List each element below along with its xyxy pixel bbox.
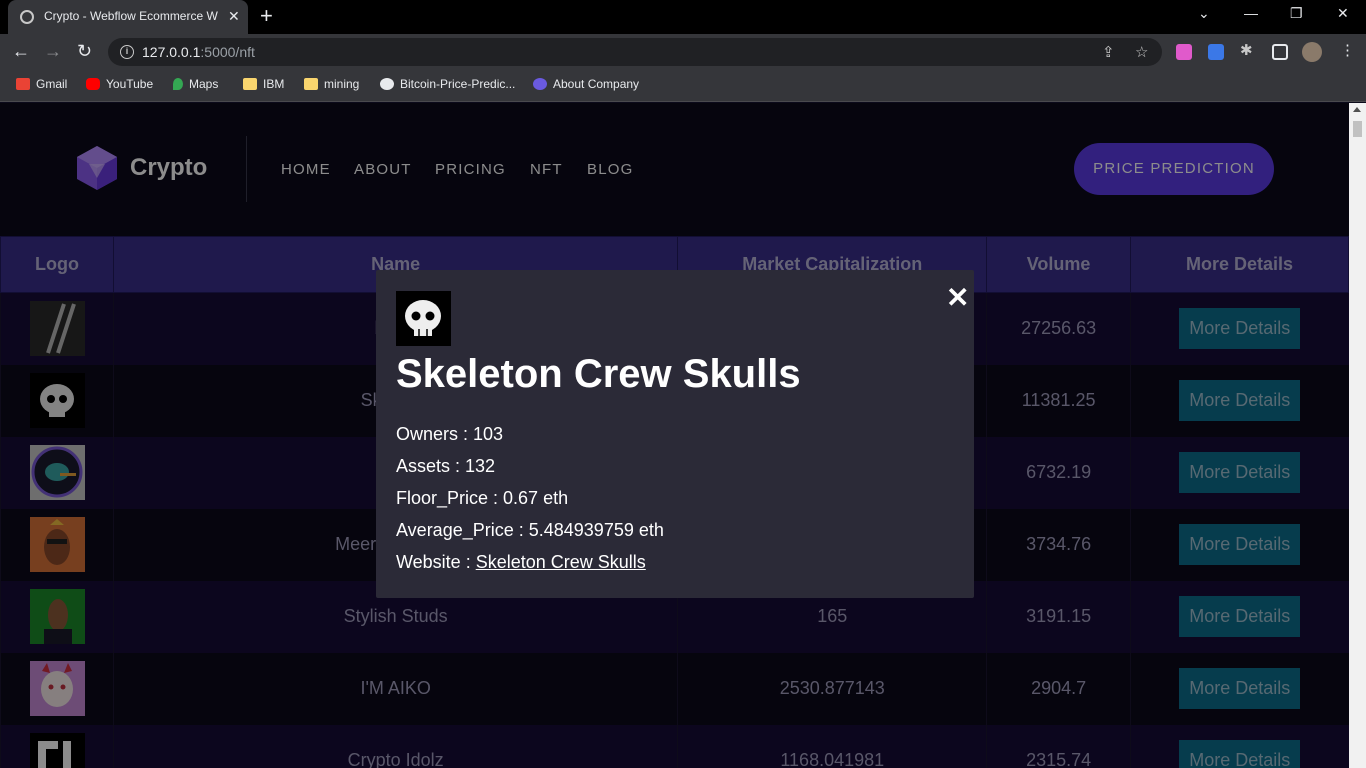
scroll-up-icon[interactable]: [1353, 107, 1361, 112]
folder-icon: [304, 78, 318, 90]
new-tab-icon[interactable]: +: [260, 4, 273, 28]
url-path: :5000/nft: [200, 44, 255, 60]
window-close-icon[interactable]: ✕: [1337, 5, 1349, 22]
website-label: Website :: [396, 552, 476, 572]
bookmark-label: About Company: [553, 77, 640, 91]
bookmark-label: Gmail: [36, 77, 68, 91]
share-icon[interactable]: ⇪: [1102, 43, 1115, 61]
github-icon: [380, 78, 394, 90]
back-icon[interactable]: ←: [12, 41, 30, 61]
menu-kebab-icon[interactable]: ⋮: [1340, 41, 1355, 59]
browser-toolbar: ← → ↻ i 127.0.0.1:5000/nft ⇪ ☆ ✱ ⋮: [0, 34, 1366, 70]
folder-icon: [243, 78, 257, 90]
restore-icon[interactable]: ❐: [1290, 5, 1303, 22]
bookmark-gmail[interactable]: Gmail: [16, 77, 67, 91]
maps-pin-icon: [173, 78, 183, 90]
page-viewport: Crypto HOME ABOUT PRICING NFT BLOG PRICE…: [0, 103, 1366, 768]
bookmark-label: Maps: [189, 77, 219, 91]
bookmark-youtube[interactable]: YouTube: [86, 77, 153, 91]
scrollbar-thumb[interactable]: [1353, 121, 1362, 137]
youtube-icon: [86, 78, 100, 90]
tab-close-icon[interactable]: ✕: [228, 7, 240, 25]
puzzle-icon[interactable]: ✱: [1240, 41, 1253, 59]
bookmark-bitcoin[interactable]: Bitcoin-Price-Predic...: [380, 77, 515, 91]
address-bar[interactable]: i 127.0.0.1:5000/nft ⇪ ☆: [108, 38, 1162, 66]
website-link[interactable]: Skeleton Crew Skulls: [476, 552, 646, 572]
extension-icon[interactable]: [1176, 44, 1192, 60]
bookmark-label: YouTube: [106, 77, 154, 91]
close-icon[interactable]: ✕: [946, 284, 969, 312]
browser-tab[interactable]: Crypto - Webflow Ecommerce W ✕: [8, 0, 248, 34]
translate-extension-icon[interactable]: [1208, 44, 1224, 60]
gmail-icon: [16, 78, 30, 90]
nft-details-modal: ✕ Skeleton Crew Skulls Owners : 103 Asse…: [376, 270, 974, 598]
minimize-icon[interactable]: —: [1244, 5, 1258, 21]
page-scrollbar[interactable]: [1349, 103, 1366, 768]
floor-price-text: Floor_Price : 0.67 eth: [396, 488, 569, 508]
bookmark-mining[interactable]: mining: [304, 77, 359, 91]
skull-avatar-image: [396, 291, 451, 346]
url-host: 127.0.0.1: [142, 44, 201, 60]
site-info-icon[interactable]: i: [120, 45, 134, 59]
assets-text: Assets : 132: [396, 456, 496, 476]
owners-text: Owners : 103: [396, 424, 504, 444]
bookmark-label: IBM: [263, 77, 285, 91]
tab-search-chevron-icon[interactable]: ⌄: [1198, 5, 1210, 22]
side-panel-icon[interactable]: [1272, 44, 1288, 60]
bookmark-label: Bitcoin-Price-Predic...: [400, 77, 516, 91]
browser-tab-bar: Crypto - Webflow Ecommerce W ✕ + ⌄ — ❐ ✕: [0, 0, 1366, 34]
profile-avatar[interactable]: [1302, 42, 1322, 62]
bookmark-about-company[interactable]: About Company: [533, 77, 639, 91]
bookmark-star-icon[interactable]: ☆: [1135, 43, 1148, 61]
globe-icon: [20, 10, 34, 24]
forward-icon[interactable]: →: [44, 41, 62, 61]
bookmark-ibm[interactable]: IBM: [243, 77, 284, 91]
modal-title: Skeleton Crew Skulls: [396, 352, 801, 396]
bookmark-label: mining: [324, 77, 360, 91]
website-row: Website : Skeleton Crew Skulls: [396, 552, 646, 573]
url-text: 127.0.0.1:5000/nft: [142, 44, 255, 60]
reload-icon[interactable]: ↻: [77, 41, 92, 61]
tab-title: Crypto - Webflow Ecommerce W: [44, 9, 218, 23]
site-logo-icon: [533, 78, 547, 90]
average-price-text: Average_Price : 5.484939759 eth: [396, 520, 664, 540]
bookmarks-bar: Gmail YouTube Maps IBM mining Bitcoin-Pr…: [0, 70, 1366, 102]
bookmark-maps[interactable]: Maps: [173, 77, 218, 91]
